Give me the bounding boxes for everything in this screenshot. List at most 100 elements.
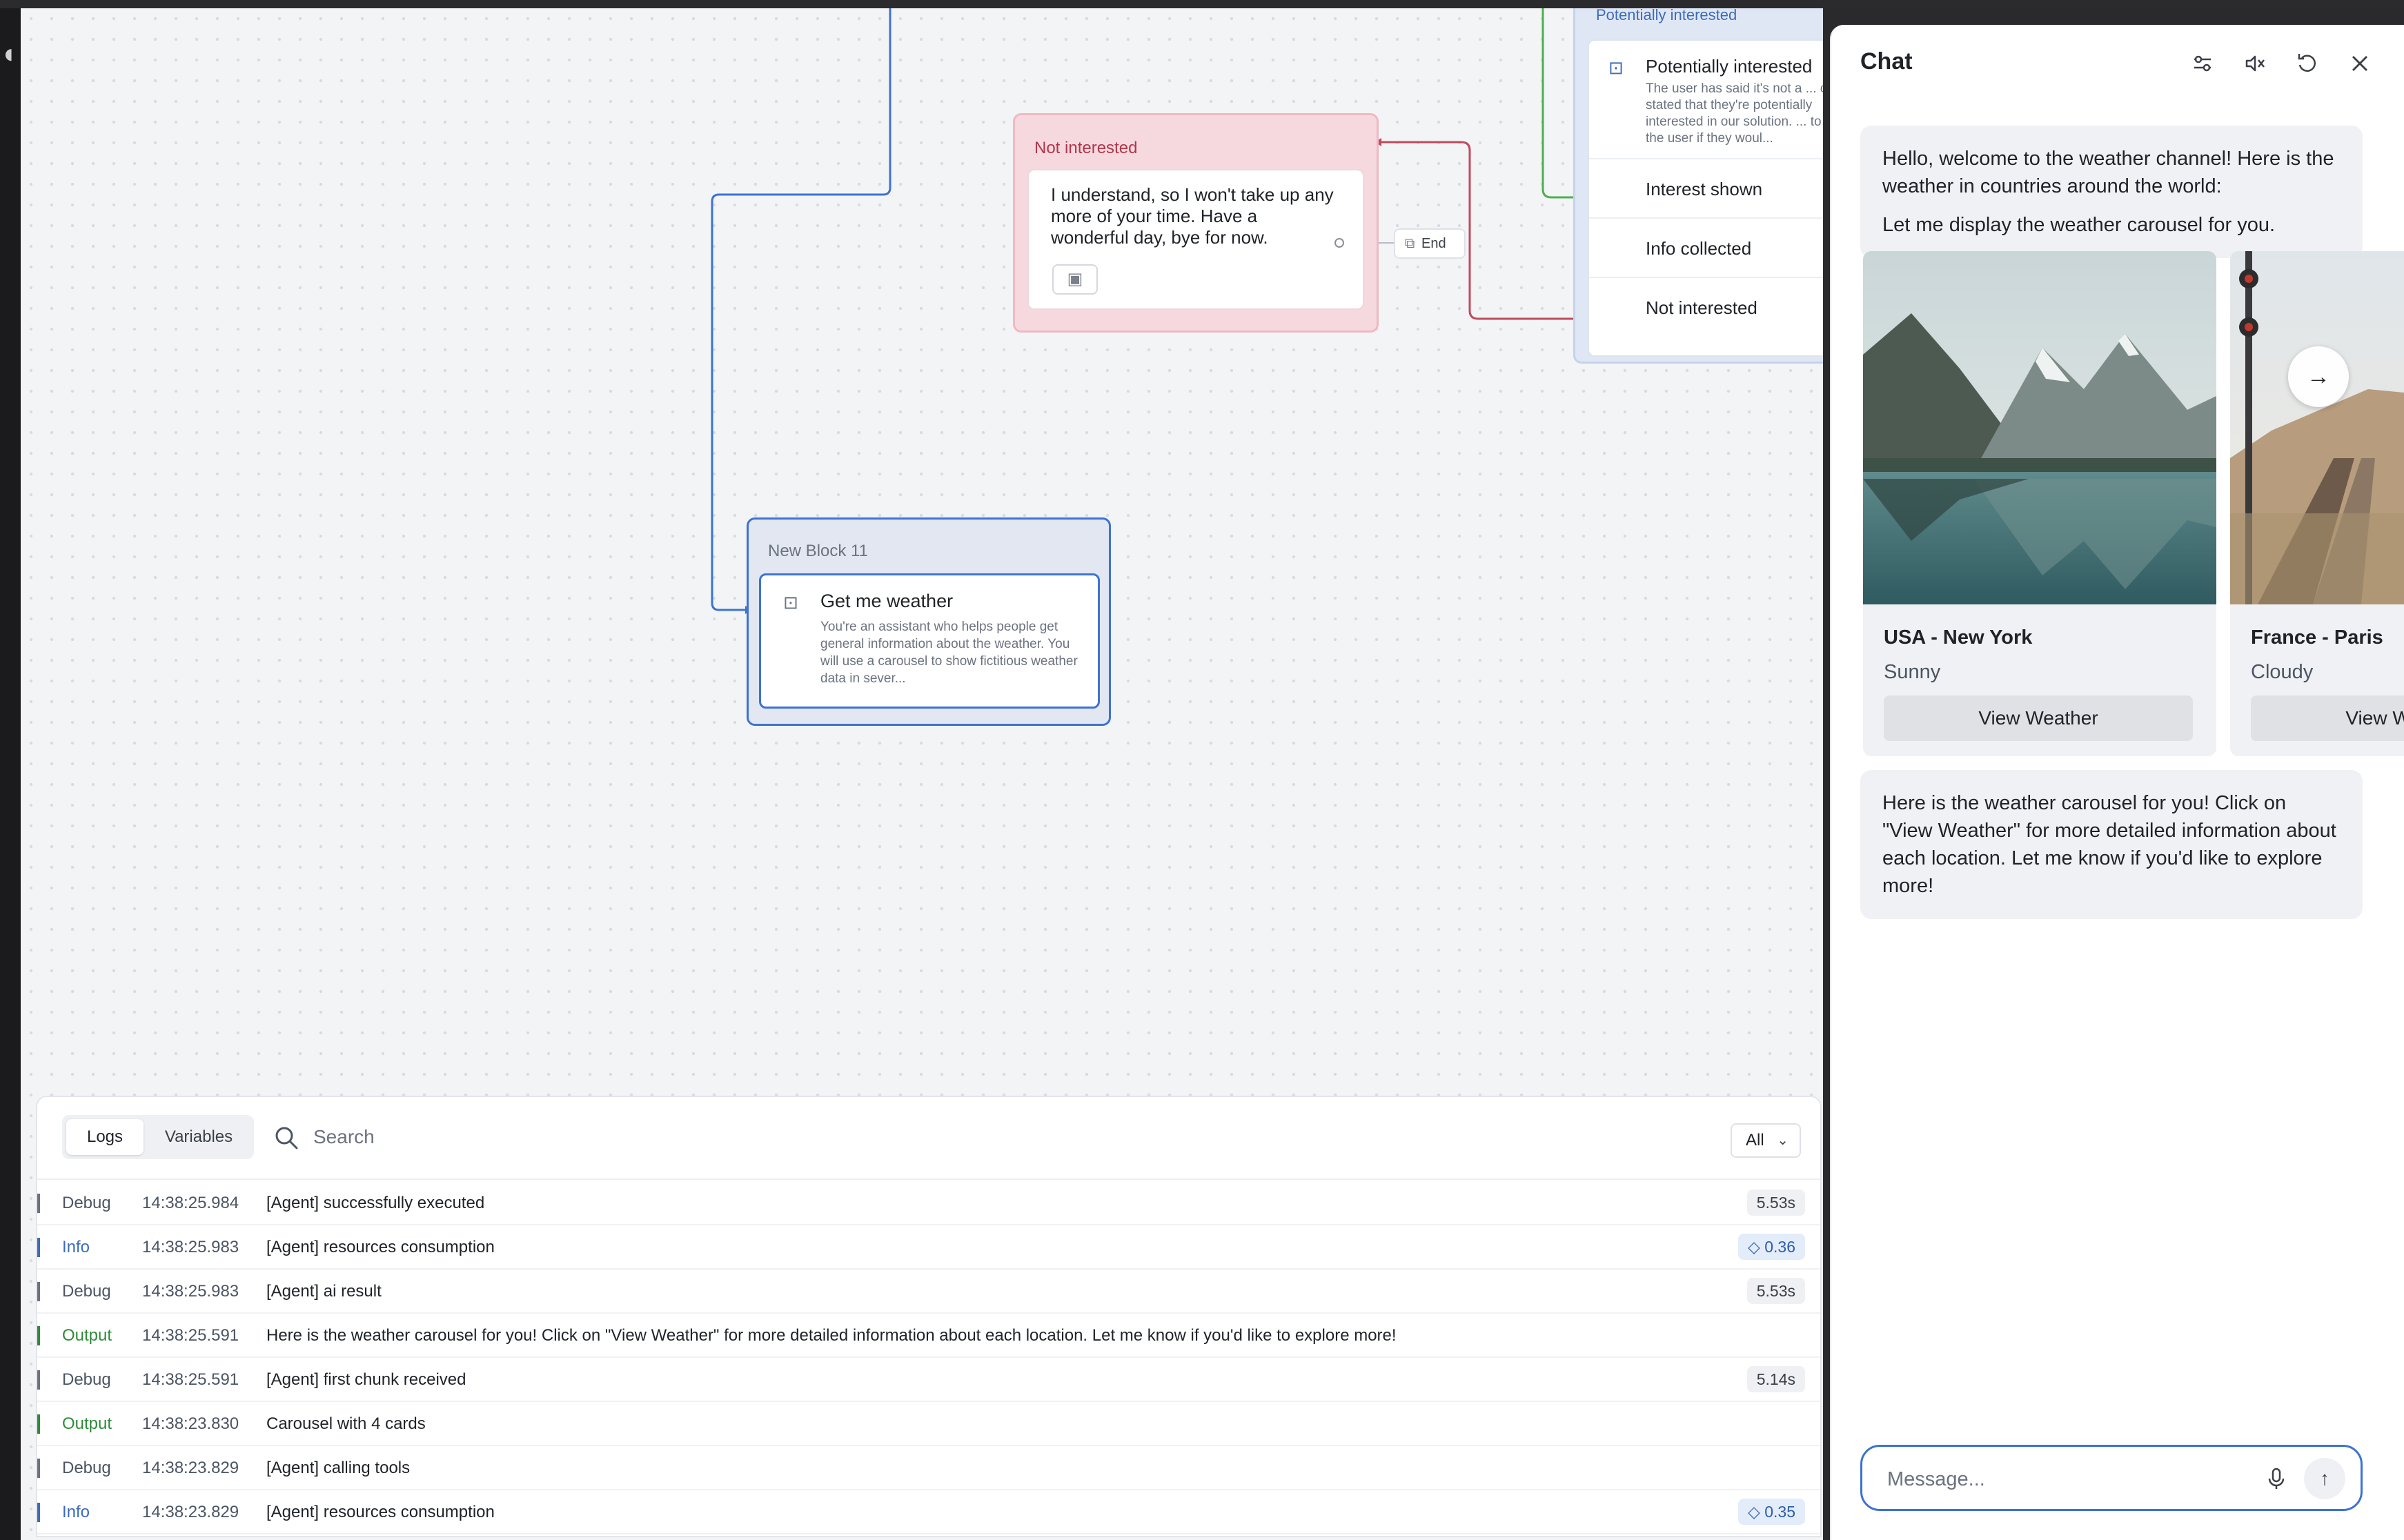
log-message: [Agent] ai result bbox=[266, 1282, 382, 1301]
log-level: Debug bbox=[62, 1370, 111, 1389]
chat-panel: Chat Hello, welcome to the weather chann… bbox=[1830, 25, 2404, 1540]
log-timestamp: 14:38:25.591 bbox=[142, 1326, 239, 1345]
card-image bbox=[1863, 251, 2216, 604]
log-row[interactable]: Debug 14:38:25.591 [Agent] first chunk rec… bbox=[37, 1358, 1820, 1402]
message-line: Here is the weather carousel for you! Cl… bbox=[1882, 792, 2336, 897]
message-composer: ↑ bbox=[1860, 1445, 2363, 1511]
option-not-interested[interactable]: Not interested bbox=[1646, 297, 1757, 319]
log-timestamp: 14:38:25.591 bbox=[142, 1370, 239, 1389]
media-icon[interactable]: ▣ bbox=[1052, 264, 1098, 295]
message-text: I understand, so I won't take up any mor… bbox=[1051, 184, 1334, 248]
token-icon: ◇ bbox=[1748, 1503, 1765, 1521]
search-input[interactable] bbox=[313, 1121, 727, 1154]
log-row[interactable]: Debug 14:38:25.984 [Agent] successfully ex… bbox=[37, 1181, 1820, 1225]
message-line: Let me display the weather carousel for … bbox=[1882, 214, 2276, 236]
tab-variables[interactable]: Variables bbox=[148, 1119, 250, 1155]
close-icon[interactable] bbox=[2346, 50, 2374, 77]
new-block-11[interactable]: New Block 11 ⊡ Get me weather You're an … bbox=[747, 517, 1111, 726]
divider bbox=[1589, 217, 1823, 219]
log-message: [Agent] resources consumption bbox=[266, 1503, 495, 1521]
agent-description: You're an assistant who helps people get… bbox=[820, 620, 1078, 686]
view-weather-button[interactable]: View Weather bbox=[2251, 695, 2404, 741]
badge-value: 5.14s bbox=[1756, 1370, 1795, 1388]
log-message: [Agent] first chunk received bbox=[266, 1370, 466, 1389]
card-title: USA - New York bbox=[1884, 626, 2033, 649]
log-row[interactable]: Info 14:38:23.829 [Agent] resources consum… bbox=[37, 1490, 1820, 1534]
log-level-indicator bbox=[37, 1414, 40, 1434]
log-level: Debug bbox=[62, 1194, 111, 1212]
agent-step[interactable]: ⊡ Potentially interested The user has sa… bbox=[1588, 39, 1823, 357]
carousel-next-button[interactable]: → bbox=[2288, 346, 2349, 407]
log-row[interactable]: Output 14:38:25.591 Here is the weather ca… bbox=[37, 1314, 1820, 1358]
option-info-collected[interactable]: Info collected bbox=[1646, 238, 1751, 259]
agent-description: The user has said it's not a ... or stat… bbox=[1646, 81, 1823, 146]
chat-toolbar bbox=[2189, 50, 2368, 77]
message-step[interactable]: I understand, so I won't take up any mor… bbox=[1027, 169, 1364, 310]
search-icon bbox=[275, 1127, 298, 1149]
send-button[interactable]: ↑ bbox=[2304, 1458, 2345, 1499]
log-message: [Agent] successfully executed bbox=[266, 1194, 485, 1212]
message-input[interactable] bbox=[1887, 1462, 2246, 1497]
block-title: Not interested bbox=[1034, 139, 1138, 157]
potentially-interested-block[interactable]: Potentially interested ⊡ Potentially int… bbox=[1573, 8, 1823, 364]
option-interest-shown[interactable]: Interest shown bbox=[1646, 179, 1762, 200]
log-timestamp: 14:38:25.983 bbox=[142, 1282, 239, 1301]
log-message: [Agent] calling tools bbox=[266, 1459, 411, 1477]
end-label: End bbox=[1421, 236, 1446, 251]
output-port[interactable] bbox=[1334, 238, 1344, 248]
end-node[interactable]: ⧉ End bbox=[1394, 228, 1466, 259]
log-timestamp: 14:38:23.829 bbox=[142, 1503, 239, 1521]
agent-step[interactable]: ⊡ Get me weather You're an assistant who… bbox=[759, 573, 1100, 709]
log-level: Debug bbox=[62, 1459, 111, 1477]
log-level-indicator bbox=[37, 1326, 40, 1345]
log-timestamp: 14:38:25.983 bbox=[142, 1238, 239, 1256]
log-timestamp: 14:38:23.829 bbox=[142, 1459, 239, 1477]
microphone-icon[interactable] bbox=[2261, 1463, 2292, 1494]
log-message: [Agent] resources consumption bbox=[266, 1238, 495, 1256]
log-row[interactable]: Debug 14:38:23.829 [Agent] calling tools bbox=[37, 1446, 1820, 1490]
card-image bbox=[2230, 251, 2404, 604]
chat-message-bot: Hello, welcome to the weather channel! H… bbox=[1860, 126, 2363, 258]
divider bbox=[1589, 277, 1823, 278]
agent-title: Get me weather bbox=[820, 591, 954, 611]
log-level: Debug bbox=[62, 1282, 111, 1301]
log-row[interactable]: Output 14:38:23.830 Carousel with 4 cards bbox=[37, 1402, 1820, 1446]
log-level: Output bbox=[62, 1414, 112, 1433]
log-row[interactable]: Info 14:38:25.983 [Agent] resources consum… bbox=[37, 1225, 1820, 1270]
carousel-card: France - Paris Cloudy View Weather bbox=[2230, 251, 2404, 756]
sidebar-edge-icon: ◖ bbox=[0, 39, 17, 69]
badge-value: 5.53s bbox=[1756, 1194, 1795, 1212]
log-level-indicator bbox=[37, 1238, 40, 1257]
agent-title: Potentially interested bbox=[1646, 56, 1813, 77]
log-row[interactable]: Debug 14:38:25.983 [Agent] ai result 5.53s bbox=[37, 1270, 1820, 1314]
card-subtitle: Cloudy bbox=[2251, 661, 2314, 683]
token-icon: ◇ bbox=[1748, 1238, 1765, 1256]
badge-value: 0.35 bbox=[1764, 1503, 1795, 1521]
duration-badge: 5.53s bbox=[1746, 1278, 1805, 1304]
sliders-icon[interactable] bbox=[2189, 50, 2216, 77]
message-line: Hello, welcome to the weather channel! H… bbox=[1882, 148, 2334, 197]
chat-message-bot: Here is the weather carousel for you! Cl… bbox=[1860, 770, 2363, 919]
log-timestamp: 14:38:25.984 bbox=[142, 1194, 239, 1212]
divider bbox=[1589, 158, 1823, 159]
log-level: Info bbox=[62, 1503, 90, 1521]
speaker-mute-icon[interactable] bbox=[2241, 50, 2269, 77]
chevron-down-icon: ⌄ bbox=[1777, 1133, 1789, 1148]
end-icon: ⧉ bbox=[1405, 236, 1415, 251]
left-sidebar-strip: ◖ bbox=[0, 8, 21, 1540]
cost-badge: ◇ 0.35 bbox=[1738, 1499, 1805, 1525]
log-level-indicator bbox=[37, 1503, 40, 1522]
filter-value: All bbox=[1746, 1131, 1764, 1149]
log-level-indicator bbox=[37, 1282, 40, 1301]
tab-logs[interactable]: Logs bbox=[66, 1119, 144, 1155]
reset-icon[interactable] bbox=[2294, 50, 2321, 77]
chat-title: Chat bbox=[1860, 48, 1913, 75]
log-timestamp: 14:38:23.830 bbox=[142, 1414, 239, 1433]
log-level-filter[interactable]: All ⌄ bbox=[1731, 1123, 1801, 1158]
log-level-indicator bbox=[37, 1194, 40, 1213]
view-weather-button[interactable]: View Weather bbox=[1884, 695, 2193, 741]
not-interested-block[interactable]: Not interested I understand, so I won't … bbox=[1013, 113, 1379, 333]
log-level: Output bbox=[62, 1326, 112, 1345]
log-level-indicator bbox=[37, 1370, 40, 1390]
arrow-up-icon: ↑ bbox=[2320, 1468, 2329, 1489]
